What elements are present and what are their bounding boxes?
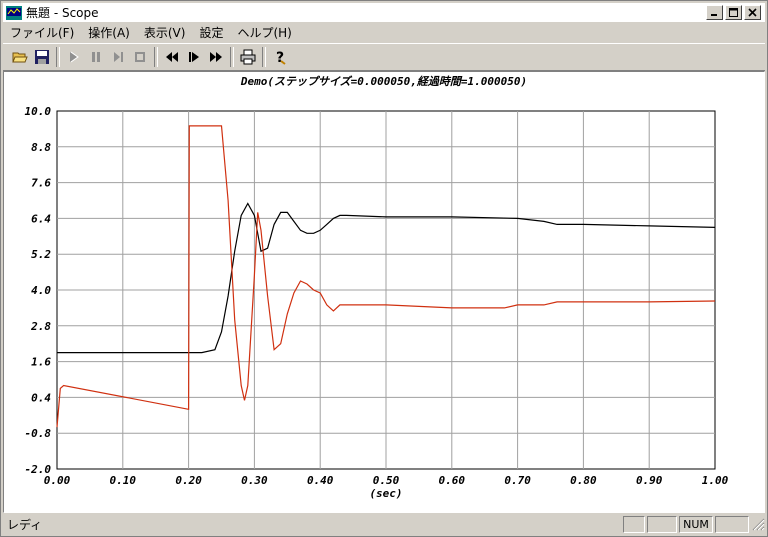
- x-tick-label: 1.00: [702, 474, 729, 487]
- window-title: 無題 - Scope: [26, 6, 99, 20]
- x-tick-label: 0.20: [175, 474, 202, 487]
- x-tick-label: 0.60: [439, 474, 466, 487]
- y-tick-label: 6.4: [31, 212, 51, 225]
- toolbar: ?: [3, 43, 765, 71]
- menu-view[interactable]: 表示(V): [137, 24, 193, 41]
- status-panel-caps: [623, 515, 645, 533]
- pause-button[interactable]: [85, 46, 107, 68]
- run-button[interactable]: [63, 46, 85, 68]
- print-icon: [240, 49, 256, 65]
- minimize-icon: [711, 14, 717, 16]
- play-button[interactable]: [183, 46, 205, 68]
- x-tick-label: 0.10: [110, 474, 137, 487]
- status-text: レディ: [7, 517, 43, 532]
- status-bar: レディ NUM: [3, 514, 765, 534]
- status-num-indicator: NUM: [679, 515, 713, 533]
- step-button[interactable]: [107, 46, 129, 68]
- help-button[interactable]: ?: [269, 46, 291, 68]
- help-icon: ?: [276, 50, 286, 65]
- scope-plot-area[interactable]: Demo(ステップサイズ=0.000050,経過時間=1.000050) 10.…: [3, 71, 765, 513]
- resize-grip[interactable]: [751, 517, 765, 531]
- maximize-button[interactable]: [725, 5, 742, 20]
- menu-bar: ファイル(F) 操作(A) 表示(V) 設定 ヘルプ(H): [3, 23, 765, 42]
- x-tick-label: 0.80: [570, 474, 597, 487]
- x-axis-label: (sec): [369, 487, 402, 500]
- print-button[interactable]: [237, 46, 259, 68]
- app-icon: [6, 5, 22, 20]
- x-tick-label: 0.70: [504, 474, 531, 487]
- maximize-icon: [729, 8, 738, 17]
- y-tick-label: 10.0: [25, 105, 52, 118]
- y-tick-label: 7.6: [31, 177, 51, 190]
- toolbar-separator: [56, 47, 60, 67]
- open-button[interactable]: [9, 46, 31, 68]
- y-tick-label: 4.0: [31, 284, 51, 297]
- y-tick-label: 2.8: [30, 320, 51, 333]
- open-icon: [12, 52, 28, 63]
- menu-operation[interactable]: 操作(A): [81, 24, 137, 41]
- menu-settings[interactable]: 設定: [192, 24, 230, 41]
- fast-forward-button[interactable]: [205, 46, 227, 68]
- save-icon: [35, 50, 49, 64]
- status-panel-kana: [647, 515, 677, 533]
- play-icon: [189, 52, 199, 62]
- fast-forward-icon: [210, 52, 222, 62]
- minimize-button[interactable]: [706, 5, 723, 20]
- menu-help[interactable]: ヘルプ(H): [230, 24, 298, 41]
- menu-file[interactable]: ファイル(F): [3, 24, 81, 41]
- scope-window: 無題 - Scope ファイル(F) 操作(A) 表示(V) 設定 ヘルプ(H): [0, 0, 768, 537]
- toolbar-separator: [230, 47, 234, 67]
- scope-chart: 10.08.87.66.45.24.02.81.60.4-0.8-2.00.00…: [25, 105, 729, 500]
- step-icon: [114, 52, 123, 62]
- x-tick-label: 0.00: [44, 474, 71, 487]
- resize-grip-icon: [752, 518, 765, 531]
- close-button[interactable]: [744, 5, 761, 20]
- stop-button[interactable]: [129, 46, 151, 68]
- stop-icon: [135, 52, 145, 62]
- rewind-button[interactable]: [161, 46, 183, 68]
- title-bar[interactable]: 無題 - Scope: [3, 3, 765, 22]
- save-button[interactable]: [31, 46, 53, 68]
- x-tick-label: 0.40: [307, 474, 334, 487]
- close-icon: [748, 8, 757, 17]
- x-tick-label: 0.90: [636, 474, 663, 487]
- toolbar-separator: [154, 47, 158, 67]
- y-tick-label: 0.4: [31, 391, 51, 404]
- x-tick-label: 0.50: [373, 474, 400, 487]
- rewind-icon: [166, 52, 178, 62]
- window-controls: [704, 5, 761, 20]
- y-tick-label: 5.2: [31, 248, 51, 261]
- pause-icon: [92, 52, 100, 62]
- x-tick-label: 0.30: [241, 474, 268, 487]
- y-tick-label: 1.6: [31, 356, 51, 369]
- status-panel-scroll: [715, 515, 749, 533]
- y-tick-label: -0.8: [25, 427, 52, 440]
- y-tick-label: 8.8: [31, 141, 51, 154]
- toolbar-separator: [262, 47, 266, 67]
- run-icon: [70, 51, 79, 63]
